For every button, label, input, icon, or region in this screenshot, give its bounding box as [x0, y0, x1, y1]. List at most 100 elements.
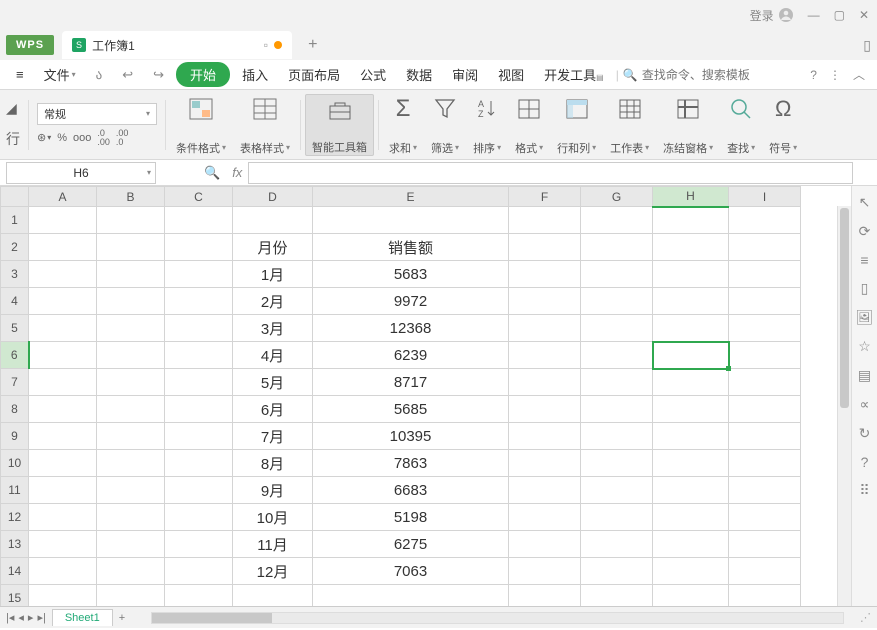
cell-C9[interactable] [165, 423, 233, 450]
cell-G9[interactable] [581, 423, 653, 450]
cell-E2[interactable]: 销售额 [313, 234, 509, 261]
cell-G2[interactable] [581, 234, 653, 261]
row-header-9[interactable]: 9 [1, 423, 29, 450]
cell-F1[interactable] [509, 207, 581, 234]
sort-button[interactable]: AZ 排序▾ [467, 94, 507, 156]
row-header-7[interactable]: 7 [1, 369, 29, 396]
cell-B12[interactable] [97, 504, 165, 531]
vertical-scrollbar[interactable] [837, 206, 851, 606]
sum-button[interactable]: Σ 求和▾ [383, 94, 423, 156]
cell-H3[interactable] [653, 261, 729, 288]
cell-F9[interactable] [509, 423, 581, 450]
command-search[interactable]: 🔍 [623, 68, 802, 82]
login-link[interactable]: 登录 [750, 7, 794, 24]
cell-H13[interactable] [653, 531, 729, 558]
cell-H4[interactable] [653, 288, 729, 315]
name-box[interactable]: H6 ▾ [6, 162, 156, 184]
cell-B14[interactable] [97, 558, 165, 585]
cell-I13[interactable] [729, 531, 801, 558]
row-header-3[interactable]: 3 [1, 261, 29, 288]
cell-F8[interactable] [509, 396, 581, 423]
freeze-panes-button[interactable]: 冻结窗格▾ [657, 94, 719, 156]
cell-G13[interactable] [581, 531, 653, 558]
cell-C15[interactable] [165, 585, 233, 607]
cell-G6[interactable] [581, 342, 653, 369]
cell-D15[interactable] [233, 585, 313, 607]
cell-E15[interactable] [313, 585, 509, 607]
cell-A5[interactable] [29, 315, 97, 342]
add-tab-button[interactable]: + [300, 36, 325, 54]
file-tab[interactable]: S 工作簿1 ▫ [62, 31, 292, 59]
cell-C12[interactable] [165, 504, 233, 531]
maximize-icon[interactable]: ▢ [834, 8, 845, 22]
cell-D14[interactable]: 12月 [233, 558, 313, 585]
cell-B3[interactable] [97, 261, 165, 288]
col-header-D[interactable]: D [233, 187, 313, 207]
cell-B9[interactable] [97, 423, 165, 450]
cursor-icon[interactable]: ↖ [859, 194, 871, 211]
cell-G11[interactable] [581, 477, 653, 504]
col-header-H[interactable]: H [653, 187, 729, 207]
symbol-button[interactable]: Ω 符号▾ [763, 94, 803, 156]
cell-D2[interactable]: 月份 [233, 234, 313, 261]
cell-A7[interactable] [29, 369, 97, 396]
cell-G15[interactable] [581, 585, 653, 607]
cell-C7[interactable] [165, 369, 233, 396]
cell-E4[interactable]: 9972 [313, 288, 509, 315]
cell-E12[interactable]: 5198 [313, 504, 509, 531]
cell-E1[interactable] [313, 207, 509, 234]
worksheet-button[interactable]: 工作表▾ [604, 94, 655, 156]
help2-icon[interactable]: ? [861, 454, 869, 470]
archive-icon[interactable]: ▤ [858, 367, 871, 384]
row-header-14[interactable]: 14 [1, 558, 29, 585]
cell-H5[interactable] [653, 315, 729, 342]
cell-F6[interactable] [509, 342, 581, 369]
cell-D9[interactable]: 7月 [233, 423, 313, 450]
cell-E5[interactable]: 12368 [313, 315, 509, 342]
cell-I8[interactable] [729, 396, 801, 423]
cell-A11[interactable] [29, 477, 97, 504]
cell-I9[interactable] [729, 423, 801, 450]
cell-D12[interactable]: 10月 [233, 504, 313, 531]
cell-B4[interactable] [97, 288, 165, 315]
cell-H9[interactable] [653, 423, 729, 450]
increase-decimal-icon[interactable]: .0.00 [97, 129, 110, 147]
cell-D11[interactable]: 9月 [233, 477, 313, 504]
cell-F4[interactable] [509, 288, 581, 315]
filter-button[interactable]: 筛选▾ [425, 94, 465, 156]
menu-review[interactable]: 审阅 [444, 61, 486, 88]
cell-C1[interactable] [165, 207, 233, 234]
image-icon[interactable]: 🖼 [856, 309, 874, 326]
tab-menu-icon[interactable]: ▫ [264, 38, 268, 52]
cell-E8[interactable]: 5685 [313, 396, 509, 423]
menu-insert[interactable]: 插入 [234, 61, 276, 88]
wps-logo[interactable]: WPS [6, 35, 54, 55]
row-header-4[interactable]: 4 [1, 288, 29, 315]
smart-toolbox-button[interactable]: 智能工具箱 [305, 94, 374, 156]
cell-F7[interactable] [509, 369, 581, 396]
row-header-10[interactable]: 10 [1, 450, 29, 477]
cell-B7[interactable] [97, 369, 165, 396]
cell-B2[interactable] [97, 234, 165, 261]
cell-D6[interactable]: 4月 [233, 342, 313, 369]
cell-I14[interactable] [729, 558, 801, 585]
cell-F3[interactable] [509, 261, 581, 288]
cell-A10[interactable] [29, 450, 97, 477]
fx-icon[interactable]: fx [226, 165, 248, 180]
cell-F13[interactable] [509, 531, 581, 558]
cell-H12[interactable] [653, 504, 729, 531]
percent-icon[interactable]: % [57, 132, 67, 144]
qat-undo-icon[interactable]: ↩ [114, 63, 141, 87]
row-header-13[interactable]: 13 [1, 531, 29, 558]
clipboard-icon[interactable]: ▯ [861, 280, 869, 297]
cell-F11[interactable] [509, 477, 581, 504]
select-all-corner[interactable] [1, 187, 29, 207]
more-icon[interactable]: ⋮ [825, 68, 845, 82]
collapse-ribbon-icon[interactable]: ︿ [849, 66, 869, 83]
resize-handle-icon[interactable]: ⋰ [860, 611, 871, 624]
add-sheet-button[interactable]: + [119, 612, 125, 624]
col-header-B[interactable]: B [97, 187, 165, 207]
sheet-nav-next-icon[interactable]: ▸ [28, 611, 34, 624]
menu-hamburger-icon[interactable]: ≡ [8, 63, 32, 86]
row-header-5[interactable]: 5 [1, 315, 29, 342]
